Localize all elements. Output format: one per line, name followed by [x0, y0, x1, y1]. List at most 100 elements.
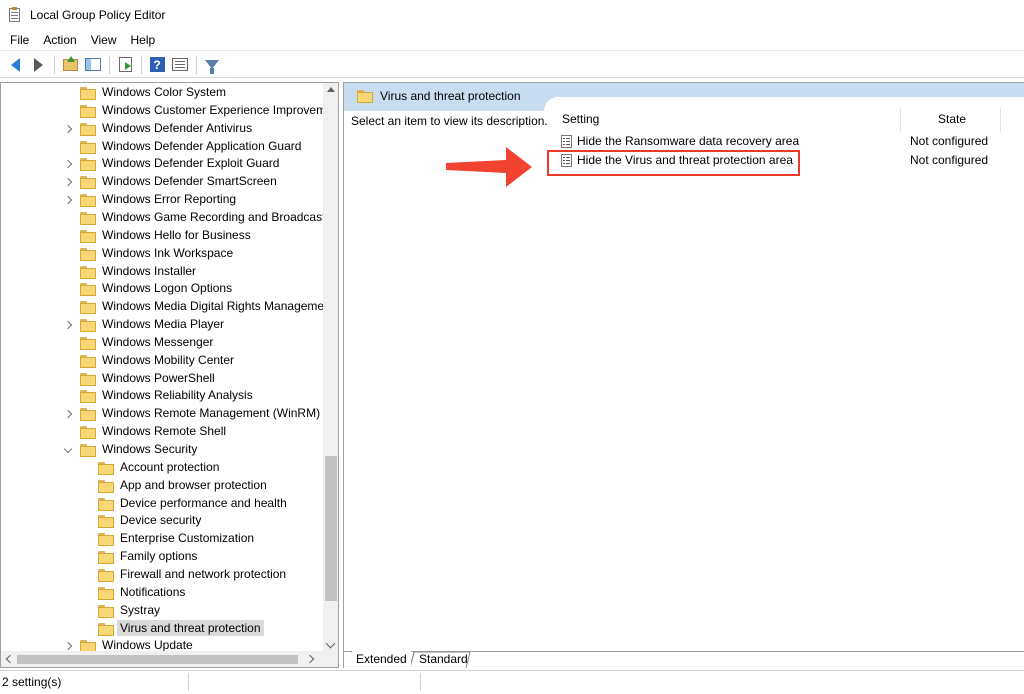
tree-item[interactable]: Device security — [1, 512, 323, 530]
up-one-level-button[interactable] — [59, 54, 81, 76]
properties-button[interactable] — [169, 54, 191, 76]
help-button[interactable]: ? — [146, 54, 168, 76]
tree-item[interactable]: Windows Logon Options — [1, 280, 323, 298]
tree-view[interactable]: Windows Color System Windows Customer Exp… — [1, 83, 323, 651]
tree-item[interactable]: Device performance and health — [1, 495, 323, 513]
tree-item[interactable]: Windows Defender Application Guard — [1, 138, 323, 156]
tree-item[interactable]: Firewall and network protection — [1, 566, 323, 584]
tree-horizontal-scrollbar[interactable] — [1, 651, 323, 667]
expand-chevron-down-icon[interactable] — [63, 444, 73, 455]
tree-item[interactable]: Windows Remote Shell — [1, 423, 323, 441]
menu-view[interactable]: View — [85, 31, 123, 49]
column-divider[interactable] — [900, 108, 901, 132]
tree-item[interactable]: Windows Update — [1, 637, 323, 651]
tree-item[interactable]: Family options — [1, 548, 323, 566]
tree-vertical-scrollbar[interactable] — [323, 83, 338, 651]
tree-item[interactable]: Windows Customer Experience Improvem — [1, 102, 323, 120]
tree-item[interactable]: Virus and threat protection — [1, 619, 323, 638]
expand-chevron-right-icon[interactable] — [63, 124, 73, 134]
menu-help[interactable]: Help — [125, 31, 162, 49]
tab-extended[interactable]: Extended — [352, 651, 411, 668]
filter-button[interactable] — [201, 54, 223, 76]
setting-row[interactable]: Hide the Ransomware data recovery area N… — [559, 133, 1024, 151]
tree-item[interactable]: Enterprise Customization — [1, 530, 323, 548]
tree-item-label: Windows Messenger — [102, 334, 214, 349]
export-list-button[interactable] — [114, 54, 136, 76]
expand-chevron-right-icon[interactable] — [63, 409, 73, 419]
back-button[interactable] — [4, 54, 26, 76]
folder-icon — [80, 229, 96, 243]
tree-item-label: Windows Error Reporting — [102, 192, 237, 207]
tree-item-label: Windows Logon Options — [102, 281, 233, 296]
menu-action[interactable]: Action — [37, 31, 82, 49]
forward-button[interactable] — [27, 54, 49, 76]
tree-item-label: Windows Security — [102, 442, 198, 456]
tree-item[interactable]: Windows PowerShell — [1, 370, 323, 388]
folder-icon — [80, 247, 96, 261]
folder-icon — [80, 444, 96, 457]
folder-icon — [80, 158, 96, 172]
status-separator — [188, 673, 189, 691]
tree-item[interactable]: Windows Defender SmartScreen — [1, 173, 323, 191]
column-header-state[interactable]: State — [938, 112, 966, 126]
expand-chevron-right-icon[interactable] — [63, 641, 73, 651]
tree-item[interactable]: Windows Security — [1, 441, 323, 459]
tree-item[interactable]: Account protection — [1, 459, 323, 477]
view-tabs: Extended Standard — [344, 651, 1024, 668]
folder-icon — [80, 336, 96, 350]
setting-state: Not configured — [910, 134, 989, 148]
tree-item[interactable]: Windows Hello for Business — [1, 227, 323, 245]
scroll-thumb[interactable] — [17, 655, 298, 664]
toolbar-separator — [196, 55, 197, 74]
tree-item[interactable]: Windows Defender Exploit Guard — [1, 155, 323, 173]
folder-icon — [98, 497, 114, 511]
tree-item[interactable]: Windows Color System — [1, 84, 323, 102]
tree-item[interactable]: Windows Media Player — [1, 316, 323, 334]
tree-item-label: Windows Media Player — [102, 317, 225, 332]
tree-item-label: Windows Defender Application Guard — [102, 138, 302, 153]
expand-chevron-right-icon[interactable] — [63, 159, 73, 169]
tree-item[interactable]: Systray — [1, 602, 323, 620]
expand-chevron-right-icon[interactable] — [63, 177, 73, 187]
folder-icon — [80, 301, 96, 315]
expand-chevron-right-icon[interactable] — [63, 195, 73, 205]
column-divider[interactable] — [1000, 108, 1001, 132]
scroll-left-icon[interactable] — [5, 654, 15, 664]
tree-item-label: Windows Hello for Business — [102, 227, 251, 242]
toolbar-separator — [54, 55, 55, 74]
tree-item-label: Windows Defender Exploit Guard — [102, 156, 280, 171]
tree-item-label: Account protection — [120, 459, 220, 474]
status-text: 2 setting(s) — [2, 675, 62, 689]
scroll-up-icon[interactable] — [327, 87, 335, 92]
tree-item-label: Windows Ink Workspace — [102, 245, 234, 260]
folder-icon — [80, 194, 96, 208]
tree-item[interactable]: Windows Error Reporting — [1, 191, 323, 209]
tree-item[interactable]: Windows Messenger — [1, 334, 323, 352]
details-header-title: Virus and threat protection — [380, 89, 521, 103]
tree-item[interactable]: Windows Defender Antivirus — [1, 120, 323, 138]
expand-chevron-right-icon[interactable] — [63, 320, 73, 330]
tree-item[interactable]: Windows Ink Workspace — [1, 245, 323, 263]
tree-item-label: App and browser protection — [120, 477, 267, 492]
tree-item[interactable]: Windows Game Recording and Broadcastii — [1, 209, 323, 227]
show-hide-tree-icon — [85, 58, 101, 71]
scroll-thumb[interactable] — [325, 456, 337, 601]
tree-item[interactable]: App and browser protection — [1, 477, 323, 495]
column-header-setting[interactable]: Setting — [562, 112, 599, 126]
tree-item[interactable]: Windows Media Digital Rights Manageme — [1, 298, 323, 316]
folder-icon — [80, 140, 96, 154]
tree-pane[interactable]: Windows Color System Windows Customer Exp… — [0, 82, 339, 668]
scroll-down-icon[interactable] — [325, 638, 336, 649]
tree-item[interactable]: Notifications — [1, 584, 323, 602]
tree-item[interactable]: Windows Reliability Analysis — [1, 387, 323, 405]
tree-item[interactable]: Windows Remote Management (WinRM) — [1, 405, 323, 423]
tab-standard[interactable]: Standard — [415, 651, 472, 668]
show-hide-tree-button[interactable] — [82, 54, 104, 76]
tree-item-label: Device performance and health — [120, 495, 287, 510]
folder-icon — [80, 408, 96, 422]
scroll-right-icon[interactable] — [305, 654, 315, 664]
menu-file[interactable]: File — [4, 31, 35, 49]
tree-item[interactable]: Windows Mobility Center — [1, 352, 323, 370]
folder-icon — [80, 87, 96, 100]
tree-item[interactable]: Windows Installer — [1, 263, 323, 281]
